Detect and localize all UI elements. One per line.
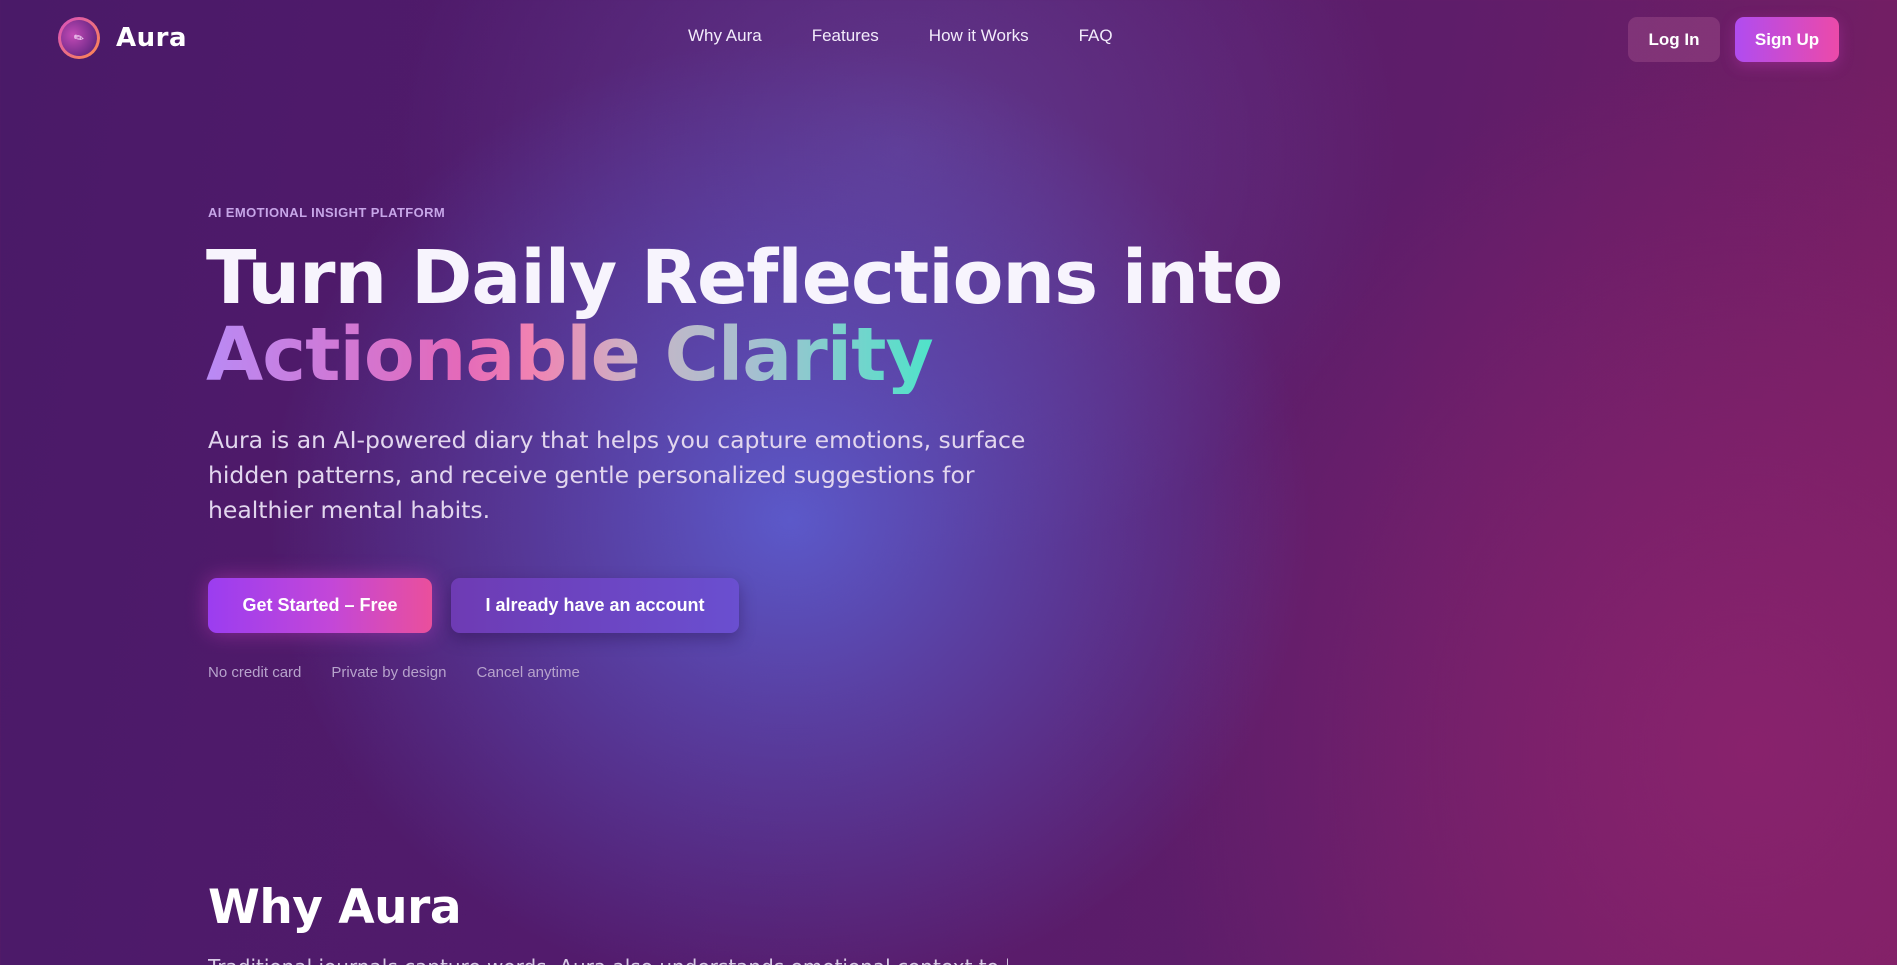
signup-button[interactable]: Sign Up bbox=[1735, 17, 1839, 62]
nav-link-why-aura[interactable]: Why Aura bbox=[688, 26, 762, 46]
existing-account-button[interactable]: I already have an account bbox=[451, 578, 739, 633]
get-started-button[interactable]: Get Started – Free bbox=[208, 578, 432, 633]
nav-link-features[interactable]: Features bbox=[812, 26, 879, 46]
section-title: Why Aura bbox=[208, 880, 462, 935]
hero-headline-line1: Turn Daily Reflections into bbox=[206, 235, 1283, 321]
trust-point: Private by design bbox=[331, 664, 447, 681]
hero-headline: Turn Daily Reflections into Actionable C… bbox=[206, 240, 1283, 398]
nav-link-faq[interactable]: FAQ bbox=[1079, 26, 1113, 46]
login-button[interactable]: Log In bbox=[1628, 17, 1720, 62]
hero-subtitle: Aura is an AI-powered diary that helps y… bbox=[208, 426, 1026, 524]
hero-eyebrow: AI EMOTIONAL INSIGHT PLATFORM bbox=[208, 205, 446, 220]
brand-name: Aura bbox=[116, 23, 187, 53]
nav-links: Why Aura Features How it Works FAQ bbox=[688, 26, 1113, 46]
hero-headline-gradient: Actionable Clarity bbox=[206, 312, 934, 398]
trust-point: No credit card bbox=[208, 664, 302, 681]
trust-points: No credit card Private by design Cancel … bbox=[208, 664, 580, 681]
top-nav: ✎ Aura Why Aura Features How it Works FA… bbox=[0, 0, 1897, 78]
brand-logo[interactable]: ✎ Aura bbox=[54, 13, 187, 63]
trust-point: Cancel anytime bbox=[476, 664, 580, 681]
section-body: Traditional journals capture words. Aura… bbox=[208, 952, 1008, 965]
aura-orb-icon: ✎ bbox=[54, 13, 104, 63]
nav-link-how-it-works[interactable]: How it Works bbox=[929, 26, 1029, 46]
